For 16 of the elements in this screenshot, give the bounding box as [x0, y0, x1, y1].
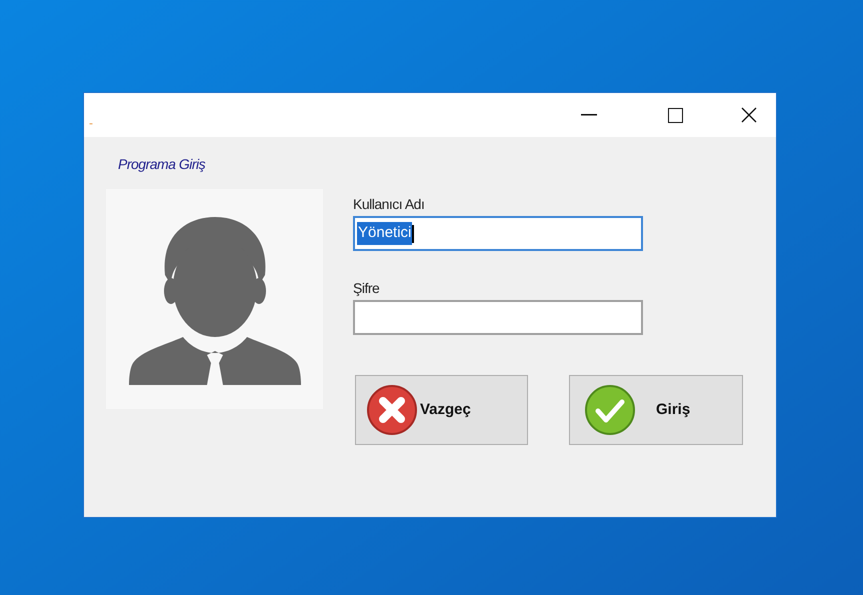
- input-field[interactable]: [353, 300, 643, 335]
- minimize-icon: [581, 114, 597, 116]
- checkmark-circle-icon: [584, 384, 636, 436]
- maximize-icon: [668, 108, 682, 122]
- field-label: Şifre: [353, 281, 380, 295]
- person-silhouette-icon: [126, 215, 302, 385]
- action-button[interactable]: Giriş: [569, 375, 743, 445]
- action-button[interactable]: Vazgeç: [355, 375, 528, 445]
- text-cursor: [412, 224, 414, 242]
- field-value: Yönetici: [357, 222, 412, 245]
- close-icon: [741, 107, 757, 123]
- field-label: Kullanıcı Adı: [353, 197, 426, 211]
- dialog-heading: Programa Giriş: [118, 157, 206, 171]
- input-field[interactable]: Yönetici: [353, 216, 643, 251]
- x-circle-icon: [366, 384, 418, 436]
- title-mark: -: [89, 115, 93, 132]
